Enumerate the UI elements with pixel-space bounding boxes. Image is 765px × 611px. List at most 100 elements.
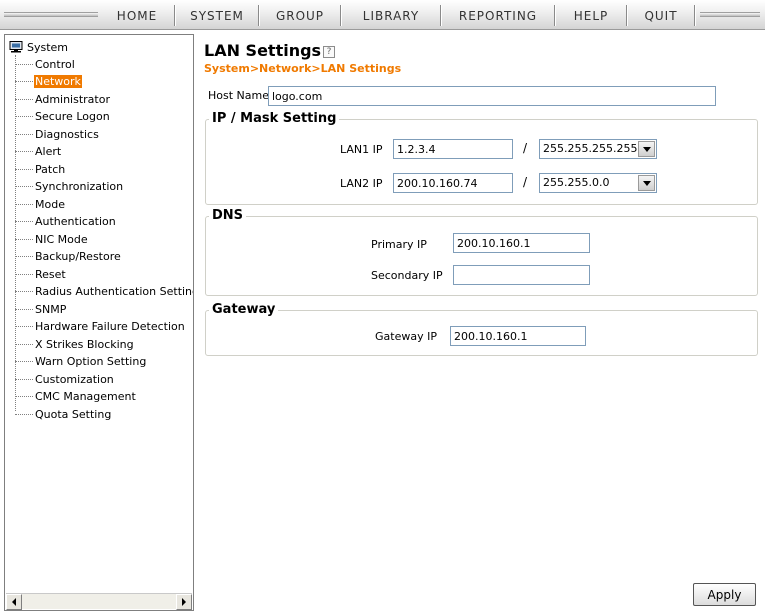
sidebar-item-label: Quota Setting [35,407,112,421]
sidebar-item-label: NIC Mode [35,232,88,246]
sidebar-item-snmp[interactable]: SNMP [15,302,67,316]
tree-branch-line [15,326,33,327]
horizontal-scrollbar[interactable] [6,593,192,610]
nav-help[interactable]: HELP [556,5,626,26]
page-header: LAN Settings ? [204,41,336,60]
tree-branch-line [15,308,33,310]
sidebar-item-label: Authentication [35,215,116,228]
breadcrumb: System>Network>LAN Settings [204,62,402,75]
tree-branch-line [15,186,33,187]
dns-legend: DNS [209,208,247,223]
sidebar-item-administrator[interactable]: Administrator [15,92,111,106]
sidebar-item-label: Backup/Restore [35,250,121,263]
lan1-separator: / [523,141,528,155]
sidebar-item-label: Patch [35,162,66,176]
sidebar-item-network[interactable]: Network [15,75,82,89]
tree-root-label: System [27,40,69,54]
primary-ip-input[interactable] [453,233,590,253]
tree-branch-line [15,396,33,397]
tree-branch-line [15,116,33,117]
sidebar-item-reset[interactable]: Reset [15,267,67,281]
sidebar-item-synchronization[interactable]: Synchronization [15,180,124,194]
sidebar-item-nic-mode[interactable]: NIC Mode [15,232,89,246]
tree-branch-line [15,361,33,362]
sidebar-item-label: CMC Management [35,390,136,403]
host-name-label: Host Name [208,89,269,102]
sidebar-item-label: Alert [35,145,62,158]
nav-quit[interactable]: QUIT [628,5,694,26]
tree-branch-line [15,168,33,170]
sidebar-item-label: Customization [35,372,114,386]
tree-branch-line [15,81,33,82]
tree-branch-line [15,238,33,240]
page-title: LAN Settings [204,41,322,60]
tree-branch-line [15,256,33,257]
tree-branch-line [15,151,33,152]
apply-button[interactable]: Apply [693,583,756,606]
tree-branch-line [15,63,33,65]
sidebar-item-quota-setting[interactable]: Quota Setting [15,407,112,421]
gateway-ip-label: Gateway IP [375,330,437,343]
sidebar-item-label: Control [35,57,75,71]
sidebar-item-label: Warn Option Setting [35,355,147,368]
lan1-mask-select[interactable]: 255.255.255.255 [539,139,657,159]
chevron-down-icon[interactable] [638,141,655,157]
lan2-separator: / [523,175,528,189]
secondary-ip-input[interactable] [453,265,590,285]
nav-reporting[interactable]: REPORTING [442,5,554,26]
sidebar-item-alert[interactable]: Alert [15,145,62,159]
sidebar-item-label: Hardware Failure Detection [35,320,185,333]
scroll-right-icon[interactable] [176,594,192,610]
host-name-input[interactable] [268,86,716,106]
sidebar-item-label: X Strikes Blocking [35,337,134,351]
sidebar-item-label: SNMP [35,302,67,316]
gateway-ip-input[interactable] [450,326,586,346]
sidebar-item-secure-logon[interactable]: Secure Logon [15,110,111,124]
lan2-mask-select[interactable]: 255.255.0.0 [539,173,657,193]
tree-branch-line [15,98,33,100]
sidebar-item-customization[interactable]: Customization [15,372,115,386]
sidebar-item-cmc-management[interactable]: CMC Management [15,390,137,404]
nav-rail-right [700,12,760,17]
tree-branch-line [15,378,33,380]
sidebar-item-authentication[interactable]: Authentication [15,215,117,229]
lan2-ip-label: LAN2 IP [340,177,383,190]
gateway-legend: Gateway [209,302,279,317]
sidebar-item-diagnostics[interactable]: Diagnostics [15,127,100,141]
nav-system[interactable]: SYSTEM [176,5,258,26]
sidebar-item-radius-authentication-setting[interactable]: Radius Authentication Setting [15,285,194,299]
sidebar-tree[interactable]: System Control Network Administrator Secure… [4,34,194,611]
sidebar-item-label: Synchronization [35,180,124,193]
sidebar-item-patch[interactable]: Patch [15,162,66,176]
sidebar-item-hardware-failure-detection[interactable]: Hardware Failure Detection [15,320,186,334]
tree-branch-line [15,221,33,222]
ip-mask-legend: IP / Mask Setting [209,111,340,126]
nav-library[interactable]: LIBRARY [342,5,440,26]
sidebar-item-label: Radius Authentication Setting [35,285,194,298]
lan2-ip-input[interactable] [393,173,513,193]
tree-branch-line [15,273,33,275]
lan1-ip-input[interactable] [393,139,513,159]
tree-branch-line [15,343,33,345]
tree-root-system[interactable]: System [9,40,68,54]
chevron-down-icon[interactable] [638,175,655,191]
nav-group[interactable]: GROUP [260,5,340,26]
nav-home[interactable]: HOME [100,5,174,26]
lan2-mask-value: 255.255.0.0 [543,176,610,189]
sidebar-item-mode[interactable]: Mode [15,197,66,211]
scroll-left-icon[interactable] [6,594,22,610]
sidebar-item-backup-restore[interactable]: Backup/Restore [15,250,122,264]
help-icon[interactable]: ? [323,46,336,58]
sidebar-item-label: Reset [35,267,66,281]
nav-rail-left [4,12,98,17]
tree-branch-line [15,413,33,415]
secondary-ip-label: Secondary IP [371,269,443,282]
sidebar-item-x-strikes-blocking[interactable]: X Strikes Blocking [15,337,135,351]
tree-branch-line [15,291,33,292]
sidebar-item-control[interactable]: Control [15,57,76,71]
nav-separator [694,5,696,26]
sidebar-item-label: Network [34,75,82,88]
sidebar-item-warn-option-setting[interactable]: Warn Option Setting [15,355,147,369]
sidebar-item-label: Secure Logon [35,110,110,123]
sidebar-item-label: Administrator [35,92,110,106]
